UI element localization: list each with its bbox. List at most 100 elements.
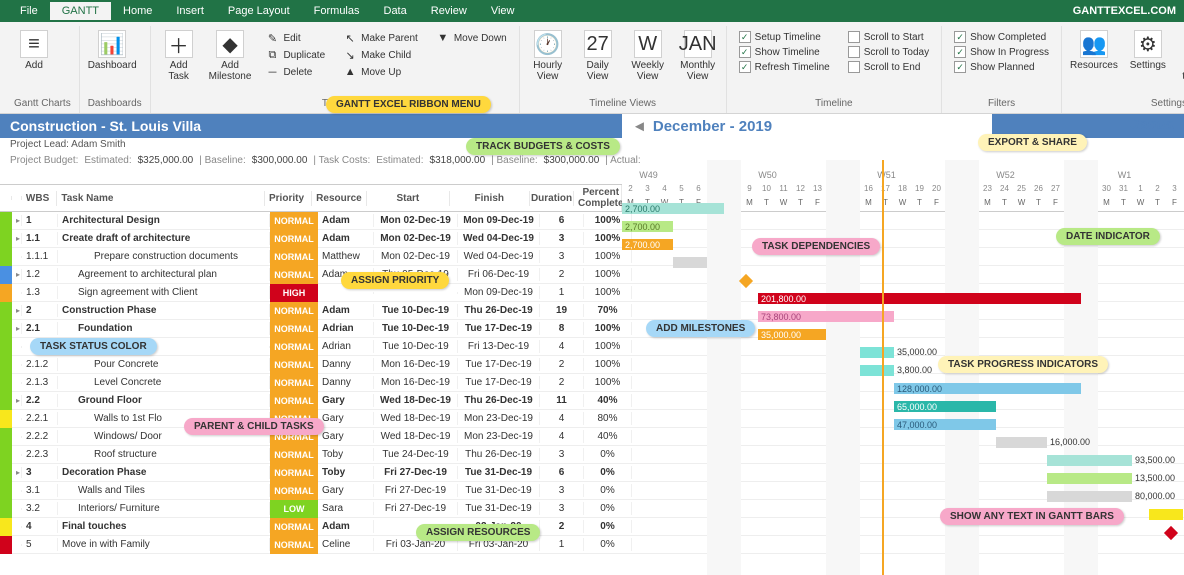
gantt-bar[interactable]: 2,700.00 <box>622 221 673 232</box>
brand-label: GANTTEXCEL.COM <box>1073 5 1176 17</box>
gantt-bar[interactable]: 73,800.00 <box>758 311 894 322</box>
callout-progress-indicators: TASK PROGRESS INDICATORS <box>938 356 1108 373</box>
ribbon-group-label: Settings <box>1070 96 1184 113</box>
milestone-diamond[interactable] <box>1164 526 1178 540</box>
scroll-to-start-checkbox[interactable]: Scroll to Start <box>844 30 933 44</box>
resources-button[interactable]: 👥Resources <box>1070 30 1118 71</box>
col-start[interactable]: Start <box>367 191 449 206</box>
menu-bar: FileGANTTHomeInsertPage LayoutFormulasDa… <box>0 0 1184 22</box>
menu-tab-home[interactable]: Home <box>111 2 164 20</box>
edit-button[interactable]: ✎Edit <box>261 30 329 46</box>
gantt-bar[interactable]: 128,000.00 <box>894 383 1081 394</box>
menu-tab-review[interactable]: Review <box>419 2 479 20</box>
gantt-bar[interactable] <box>1047 473 1132 484</box>
delete-button[interactable]: －Delete <box>261 64 329 80</box>
priority-badge: NORMAL <box>270 446 318 464</box>
menu-tab-page-layout[interactable]: Page Layout <box>216 2 302 20</box>
make-parent-button[interactable]: ↖Make Parent <box>339 30 422 46</box>
move-up-button[interactable]: ▲Move Up <box>339 64 422 80</box>
col-priority[interactable]: Priority <box>265 191 312 206</box>
col-duration[interactable]: Duration <box>530 191 574 206</box>
priority-badge: HIGH <box>270 284 318 302</box>
col-resource[interactable]: Resource <box>312 191 367 206</box>
gantt-bar[interactable] <box>860 365 894 376</box>
priority-badge: NORMAL <box>270 392 318 410</box>
timeline-month: ◄ December - 2019 <box>622 114 992 138</box>
gantt-bar[interactable] <box>996 437 1047 448</box>
daily-button[interactable]: 27DailyView <box>578 30 618 82</box>
gantt-bar[interactable]: 2,700.00 <box>622 203 724 214</box>
gantt-bar[interactable] <box>860 347 894 358</box>
menu-tab-insert[interactable]: Insert <box>164 2 216 20</box>
callout-assign-priority: ASSIGN PRIORITY <box>341 272 449 289</box>
show-completed-checkbox[interactable]: ✓Show Completed <box>950 30 1053 44</box>
monthly-button[interactable]: JANMonthlyView <box>678 30 718 82</box>
priority-badge: NORMAL <box>270 302 318 320</box>
menu-tab-data[interactable]: Data <box>372 2 419 20</box>
ribbon-group-label: Timeline Views <box>528 96 718 113</box>
priority-badge: NORMAL <box>270 248 318 266</box>
menu-tab-view[interactable]: View <box>479 2 527 20</box>
priority-badge: NORMAL <box>270 482 318 500</box>
callout-track-budgets: TRACK BUDGETS & COSTS <box>466 138 620 155</box>
callout-export-share: EXPORT & SHARE <box>978 134 1087 151</box>
show-timeline-checkbox[interactable]: ✓Show Timeline <box>735 45 834 59</box>
milestone-diamond[interactable] <box>739 274 753 288</box>
add-button[interactable]: ≡Add <box>14 30 54 71</box>
priority-badge: NORMAL <box>270 374 318 392</box>
callout-assign-resources: ASSIGN RESOURCES <box>416 524 540 541</box>
add-icon: ≡ <box>20 30 48 58</box>
gantt-bar[interactable]: 47,000.00 <box>894 419 996 430</box>
hourly-button[interactable]: 🕐HourlyView <box>528 30 568 82</box>
priority-badge: NORMAL <box>270 212 318 230</box>
duplicate-button[interactable]: ⧉Duplicate <box>261 47 329 63</box>
gantt-bar[interactable] <box>1047 455 1132 466</box>
table-header: WBS Task Name Priority Resource Start Fi… <box>0 184 622 212</box>
monthly-icon: JAN <box>684 30 712 58</box>
menu-tab-formulas[interactable]: Formulas <box>302 2 372 20</box>
add-button[interactable]: ◆AddMilestone <box>209 30 252 82</box>
gantt-bar[interactable]: 65,000.00 <box>894 401 996 412</box>
scroll-to-today-checkbox[interactable]: Scroll to Today <box>844 45 933 59</box>
next-month-label: Janua <box>1131 114 1174 135</box>
gantt-bar[interactable] <box>673 257 707 268</box>
setup-timeline-checkbox[interactable]: ✓Setup Timeline <box>735 30 834 44</box>
move-down-button[interactable]: ▼Move Down <box>432 30 511 46</box>
scroll-to-end-checkbox[interactable]: Scroll to End <box>844 60 933 74</box>
priority-badge: NORMAL <box>270 338 318 356</box>
col-task-name[interactable]: Task Name <box>57 191 265 206</box>
show-planned-checkbox[interactable]: ✓Show Planned <box>950 60 1053 74</box>
gantt-bar[interactable] <box>1047 491 1132 502</box>
col-wbs[interactable]: WBS <box>22 191 57 206</box>
menu-tab-gantt[interactable]: GANTT <box>50 2 111 20</box>
dashboard-button[interactable]: 📊Dashboard <box>88 30 137 71</box>
settings-icon: ⚙ <box>1134 30 1162 58</box>
priority-badge: NORMAL <box>270 230 318 248</box>
add-icon: ◆ <box>216 30 244 58</box>
project-title: Construction - St. Louis Villa <box>10 118 201 134</box>
callout-date-indicator: DATE INDICATOR <box>1056 228 1160 245</box>
refresh-timeline-checkbox[interactable]: ✓Refresh Timeline <box>735 60 834 74</box>
priority-badge: NORMAL <box>270 266 318 284</box>
gantt-bar[interactable] <box>1149 509 1183 520</box>
ribbon-group-label: Dashboards <box>88 96 142 113</box>
today-line <box>882 160 884 575</box>
gantt-bar[interactable]: 201,800.00 <box>758 293 1081 304</box>
ribbon-group-label: Timeline <box>735 96 933 113</box>
settings-button[interactable]: ⚙Settings <box>1128 30 1168 71</box>
priority-badge: NORMAL <box>270 320 318 338</box>
col-percent[interactable]: Percent Complete <box>574 185 622 211</box>
resources-icon: 👥 <box>1080 30 1108 58</box>
gantt-bar[interactable]: 2,700.00 <box>622 239 673 250</box>
prev-month-icon[interactable]: ◄ <box>632 118 647 135</box>
add-button[interactable]: ＋AddTask <box>159 30 199 82</box>
make-child-button[interactable]: ↘Make Child <box>339 47 422 63</box>
export-button[interactable]: PDFExportto PDF <box>1178 30 1184 82</box>
priority-badge: LOW <box>270 500 318 518</box>
gantt-bar[interactable]: 35,000.00 <box>758 329 826 340</box>
weekly-button[interactable]: WWeeklyView <box>628 30 668 82</box>
menu-tab-file[interactable]: File <box>8 2 50 20</box>
add-icon: ＋ <box>165 30 193 58</box>
show-in-progress-checkbox[interactable]: ✓Show In Progress <box>950 45 1053 59</box>
col-finish[interactable]: Finish <box>450 191 530 206</box>
